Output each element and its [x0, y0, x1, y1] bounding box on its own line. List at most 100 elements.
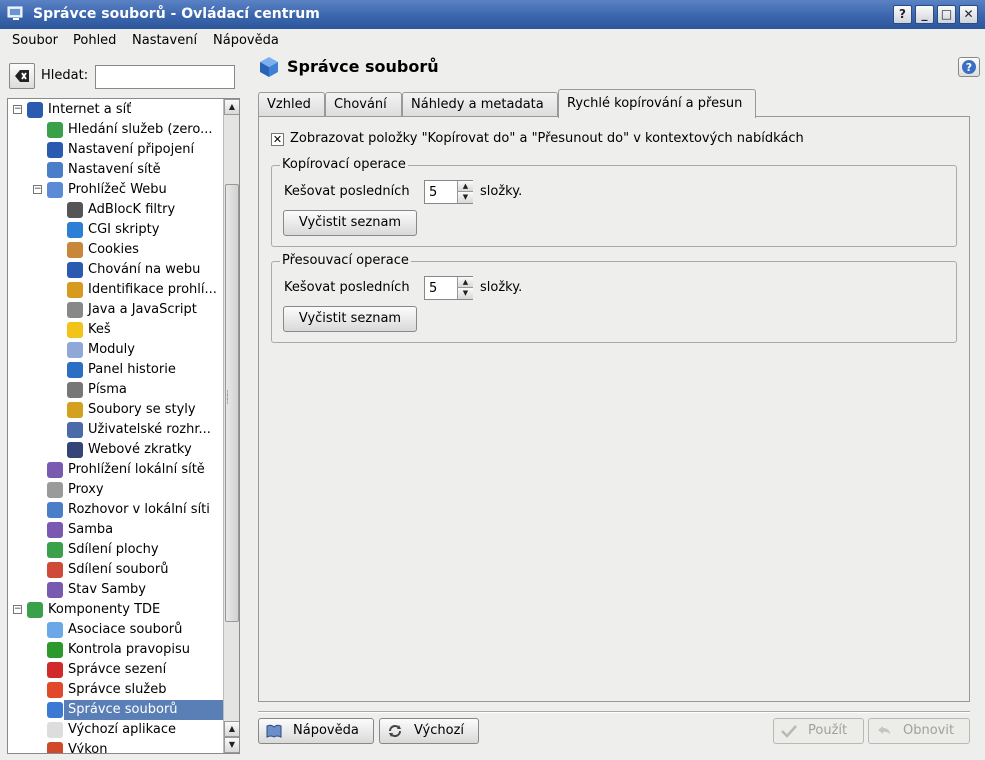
context-menu-checkbox-label[interactable]: Zobrazovat položky "Kopírovat do" a "Pře… — [290, 131, 804, 146]
tree-item[interactable]: Moduly — [67, 340, 208, 360]
tree-item-label: Výchozí aplikace — [68, 722, 176, 737]
spin-down-icon[interactable]: ▼ — [457, 288, 473, 299]
tab-rychle-kopirovani[interactable]: Rychlé kopírování a přesun — [558, 89, 756, 118]
tree-item[interactable]: Nastavení připojení — [47, 140, 208, 160]
tree-item[interactable]: Asociace souborů — [47, 620, 208, 640]
tree-item[interactable]: Sdílení plochy — [47, 540, 208, 560]
move-clear-list-button[interactable]: Vyčistit seznam — [283, 306, 417, 332]
tree-item-label: Internet a síť — [48, 102, 132, 117]
search-input[interactable] — [95, 65, 235, 89]
list-icon — [67, 422, 83, 438]
tab-chovani[interactable]: Chování — [325, 92, 402, 117]
tree-item[interactable]: Panel historie — [67, 360, 208, 380]
tree-item[interactable]: Keš — [67, 320, 208, 340]
defaults-button[interactable]: Výchozí — [379, 718, 479, 744]
spin-up-icon[interactable]: ▲ — [457, 181, 473, 192]
move-cache-spinbox[interactable]: ▲ ▼ — [424, 276, 473, 300]
tree-item[interactable]: Soubory se styly — [67, 400, 208, 420]
tree-item[interactable]: Uživatelské rozhr... — [67, 420, 211, 440]
reset-button[interactable]: Obnovit — [868, 718, 970, 744]
components-icon — [27, 602, 43, 618]
tree-item[interactable]: Cookies — [67, 240, 208, 260]
tab-vzhled[interactable]: Vzhled — [258, 92, 325, 117]
scroll-down-arrow[interactable]: ▼ — [224, 737, 239, 753]
tree-item[interactable]: Výkon — [47, 740, 208, 753]
tree-item[interactable]: − Komponenty TDE — [13, 600, 208, 620]
reload-icon — [389, 725, 401, 737]
tree-item[interactable]: − Internet a síť — [13, 100, 208, 120]
help-button[interactable]: ? — [958, 57, 980, 77]
title-bar: Správce souborů - Ovládací centrum ? _ □… — [0, 0, 985, 29]
collapse-icon[interactable]: − — [13, 605, 22, 614]
copy-cache-value[interactable] — [427, 183, 455, 201]
spin-down-icon[interactable]: ▼ — [457, 192, 473, 203]
copy-group-title: Kopírovací operace — [280, 157, 408, 172]
scroll-up-arrow-bottom[interactable]: ▲ — [224, 721, 239, 737]
tree-item[interactable]: Hledání služeb (zero... — [47, 120, 213, 140]
tree-item[interactable]: Webové zkratky — [67, 440, 208, 460]
spin-up-icon[interactable]: ▲ — [457, 277, 473, 288]
spellcheck-icon — [47, 642, 63, 658]
tree-item[interactable]: AdBlocK filtry — [67, 200, 208, 220]
tree-item-label: Rozhovor v lokální síti — [68, 502, 210, 517]
tree-item[interactable]: Stav Samby — [47, 580, 208, 600]
tree-item-label: Sdílení plochy — [68, 542, 159, 557]
close-button[interactable]: ✕ — [959, 5, 978, 24]
tree-item-label: Java a JavaScript — [88, 302, 197, 317]
collapse-icon[interactable]: − — [13, 105, 22, 114]
move-cache-value[interactable] — [427, 279, 455, 297]
menu-pohled[interactable]: Pohled — [73, 33, 116, 48]
power-icon — [47, 662, 63, 678]
tree-item[interactable]: Java a JavaScript — [67, 300, 208, 320]
scroll-up-arrow[interactable]: ▲ — [224, 99, 239, 115]
window-title: Správce souborů - Ovládací centrum — [33, 6, 320, 22]
tree-scrollbar[interactable]: ▲ ▲ ▼ — [223, 99, 239, 753]
help-bottom-label: Nápověda — [293, 723, 359, 738]
tree-item[interactable]: Rozhovor v lokální síti — [47, 500, 210, 520]
defaults-label: Výchozí — [414, 723, 465, 738]
tree-item[interactable]: Písma — [67, 380, 208, 400]
apply-button[interactable]: Použít — [773, 718, 864, 744]
tree-item[interactable]: Identifikace prohlí... — [67, 280, 217, 300]
tree-item[interactable]: Správce souborů — [47, 700, 239, 720]
tree-item[interactable]: Nastavení sítě — [47, 160, 208, 180]
tree-item-label: Nastavení sítě — [68, 162, 161, 177]
tree-item-label: Správce souborů — [64, 700, 239, 720]
splitter-handle[interactable]: ⁞ ⁞ ⁞ — [226, 390, 232, 412]
reset-label: Obnovit — [903, 723, 955, 738]
tree-item[interactable]: Proxy — [47, 480, 208, 500]
help-bottom-button[interactable]: Nápověda — [258, 718, 374, 744]
copy-clear-list-button[interactable]: Vyčistit seznam — [283, 210, 417, 236]
tree-item[interactable]: − Prohlížeč Webu — [33, 180, 208, 200]
tab-nahledy[interactable]: Náhledy a metadata — [402, 92, 558, 117]
globe-icon — [27, 102, 43, 118]
globe-icon — [67, 262, 83, 278]
tree-item[interactable]: Správce služeb — [47, 680, 208, 700]
whats-this-button[interactable]: ? — [893, 5, 912, 24]
context-menu-checkbox[interactable]: ✕ — [271, 133, 284, 146]
css-icon — [67, 402, 83, 418]
collapse-icon[interactable]: − — [33, 185, 42, 194]
tree-item[interactable]: Výchozí aplikace — [47, 720, 208, 740]
tree-item[interactable]: Chování na webu — [67, 260, 208, 280]
tree-item-label: Keš — [88, 322, 111, 337]
maximize-button[interactable]: □ — [937, 5, 956, 24]
monitor-icon — [47, 462, 63, 478]
clear-search-button[interactable] — [9, 63, 35, 89]
tree-item[interactable]: Sdílení souborů — [47, 560, 208, 580]
svg-text:?: ? — [966, 61, 972, 74]
menu-nastaveni[interactable]: Nastavení — [132, 33, 197, 48]
tree-item-label: Kontrola pravopisu — [68, 642, 190, 657]
cube-icon — [260, 57, 278, 77]
copy-cache-spinbox[interactable]: ▲ ▼ — [424, 180, 473, 204]
clock-icon — [67, 362, 83, 378]
tree-item[interactable]: Kontrola pravopisu — [47, 640, 208, 660]
document-icon — [47, 722, 63, 738]
menu-napoveda[interactable]: Nápověda — [213, 33, 279, 48]
tree-item[interactable]: Prohlížení lokální sítě — [47, 460, 208, 480]
tree-item[interactable]: Správce sezení — [47, 660, 208, 680]
menu-soubor[interactable]: Soubor — [12, 33, 58, 48]
tree-item[interactable]: CGI skripty — [67, 220, 208, 240]
tree-item[interactable]: Samba — [47, 520, 208, 540]
minimize-button[interactable]: _ — [915, 5, 934, 24]
